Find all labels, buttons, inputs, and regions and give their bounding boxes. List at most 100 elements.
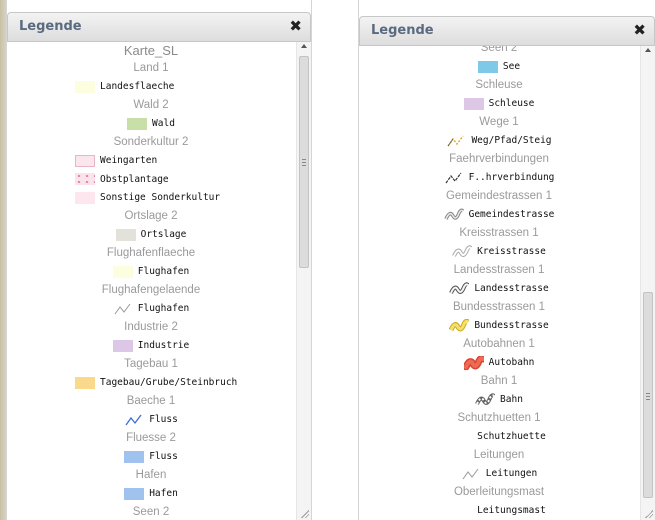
legend-scrollbar[interactable]	[296, 42, 311, 520]
yellow-road-icon	[449, 318, 470, 332]
legend-item-obstplantage: Obstplantage	[7, 170, 295, 189]
legend-group-title: Baeche 1	[126, 395, 176, 407]
legend-item-hafen: Hafen	[7, 485, 295, 504]
legend-item-label: Landesflaeche	[100, 81, 175, 93]
dashed-yellow-zigzag-icon	[447, 135, 465, 147]
legend-swatch	[463, 97, 484, 110]
legend-item-landesflaeche: Landesflaeche	[7, 78, 295, 97]
legend-swatch	[75, 154, 95, 167]
legend-group-title: Seen 2	[480, 46, 518, 54]
legend-group-title: Kreisstrassen 1	[459, 227, 539, 239]
panel-gap	[312, 0, 358, 520]
legend-group-title: Oberleitungsmast	[453, 486, 545, 498]
legend-title: Legende	[19, 19, 82, 34]
legend-content: Seen 2 See Schleuse Schleuse Wege 1 Weg/Pfad/…	[359, 46, 639, 520]
legend-group-title: Bundesstrassen 1	[452, 301, 546, 313]
close-icon[interactable]: ✖	[633, 21, 646, 39]
legend-panel-left: Legende ✖ Karte_SL Land 1 Landesflaeche Wa…	[6, 0, 312, 520]
legend-item-weingarten: Weingarten	[7, 152, 295, 171]
legend-item-label: Landesstrasse	[474, 283, 549, 295]
legend-item-weg-pfad-steig: Weg/Pfad/Steig	[359, 132, 639, 151]
legend-title: Legende	[371, 23, 434, 38]
legend-item-industrie: Industrie	[7, 337, 295, 356]
legend-swatch	[75, 80, 95, 93]
legend-item-sonstige-sonderkultur: Sonstige Sonderkultur	[7, 189, 295, 208]
legend-item-label: Bundesstrasse	[474, 320, 549, 332]
legend-group-title: Industrie 2	[124, 321, 178, 333]
legend-group-title: Flughafengelaende	[101, 284, 201, 296]
gray-road-icon	[443, 208, 464, 220]
legend-item-label: Weg/Pfad/Steig	[471, 135, 552, 147]
legend-group-title: Autobahnen 1	[463, 338, 535, 350]
legend-group-title: Ortslage 2	[124, 210, 178, 222]
resize-grip-icon[interactable]	[301, 510, 309, 518]
legend-group-title: Wald 2	[133, 99, 169, 111]
legend-item-bahn: Bahn	[359, 391, 639, 410]
legend-group-title: Hafen	[135, 469, 167, 481]
legend-swatch	[124, 450, 145, 463]
light-road-icon	[452, 245, 473, 257]
legend-item-label: Industrie	[137, 340, 190, 352]
legend-swatch	[477, 60, 498, 73]
legend-item-label: Flughafen	[137, 266, 190, 278]
legend-item-label: Sonstige Sonderkultur	[100, 192, 221, 204]
legend-swatch	[112, 339, 133, 352]
legend-item-label: F..hrverbindung	[468, 172, 555, 184]
legend-item-fluss: Fluss	[7, 411, 295, 430]
legend-group-title: Schutzhuetten 1	[457, 412, 541, 424]
legend-header[interactable]: Legende ✖	[7, 12, 311, 42]
legend-item-leitungen: Leitungen	[359, 465, 639, 484]
legend-swatch	[115, 228, 136, 241]
legend-swatch	[112, 265, 133, 278]
legend-group-title: Land 1	[133, 62, 169, 74]
legend-group-title: Faehrverbindungen	[449, 153, 549, 165]
legend-item-label: Flughafen	[137, 303, 190, 315]
legend-item-label: Gemeindestrasse	[468, 209, 555, 221]
legend-item-wald: Wald	[7, 115, 295, 134]
scroll-up-arrow-icon[interactable]	[645, 48, 651, 52]
scrollbar-thumb[interactable]	[299, 56, 309, 268]
red-road-icon	[463, 355, 484, 370]
legend-item-label: Fluss	[149, 414, 178, 426]
legend-group-title: Seen 2	[132, 506, 170, 518]
legend-item-label: Leitungsmast	[477, 505, 546, 517]
legend-item-label: Fluss	[149, 451, 178, 463]
legend-item-label: See	[502, 61, 521, 73]
close-icon[interactable]: ✖	[289, 17, 302, 35]
rail-road-icon	[475, 393, 496, 405]
legend-item-label: Kreisstrasse	[477, 246, 546, 258]
legend-group-title: Sonderkultur 2	[113, 136, 189, 148]
legend-item-label: Weingarten	[100, 155, 158, 167]
legend-item-ortslage: Ortslage	[7, 226, 295, 245]
scrollbar-thumb[interactable]	[643, 292, 653, 498]
legend-group-title: Gemeindestrassen 1	[445, 190, 553, 202]
legend-item-landesstrasse: Landesstrasse	[359, 280, 639, 299]
legend-item-label: Schutzhuette	[477, 431, 546, 443]
legend-panel-right: Legende ✖ Seen 2 See Schleuse Schleuse Wege …	[358, 0, 656, 520]
legend-item-tagebau-grube-steinbruch: Tagebau/Grube/Steinbruch	[7, 374, 295, 393]
legend-swatch	[127, 117, 148, 130]
legend-header[interactable]: Legende ✖	[359, 16, 655, 46]
legend-swatch	[124, 487, 145, 500]
outline-road-icon	[449, 282, 470, 294]
dark-zigzag-icon	[445, 172, 462, 184]
legend-group-title: Wege 1	[479, 116, 519, 128]
map-title: Karte_SL	[123, 43, 179, 58]
legend-scrollbar[interactable]	[640, 46, 655, 520]
legend-swatch	[75, 376, 95, 389]
legend-content: Karte_SL Land 1 Landesflaeche Wald 2 Wald So…	[7, 42, 295, 520]
legend-item-label: Hafen	[149, 488, 178, 500]
thin-gray-zigzag-icon	[462, 468, 479, 480]
scroll-up-arrow-icon[interactable]	[301, 44, 307, 48]
legend-swatch	[75, 191, 95, 204]
legend-item-label: Tagebau/Grube/Steinbruch	[100, 377, 238, 389]
legend-group-title: Flughafenflaeche	[106, 247, 196, 259]
legend-item-label: Schleuse	[488, 98, 535, 110]
blue-zigzag-icon	[125, 414, 142, 426]
resize-grip-icon[interactable]	[645, 510, 653, 518]
legend-symbol	[452, 431, 472, 443]
legend-item-bundesstrasse: Bundesstrasse	[359, 317, 639, 336]
legend-item-autobahn: Autobahn	[359, 354, 639, 373]
legend-swatch	[75, 173, 95, 186]
legend-group-title: Leitungen	[473, 449, 525, 461]
